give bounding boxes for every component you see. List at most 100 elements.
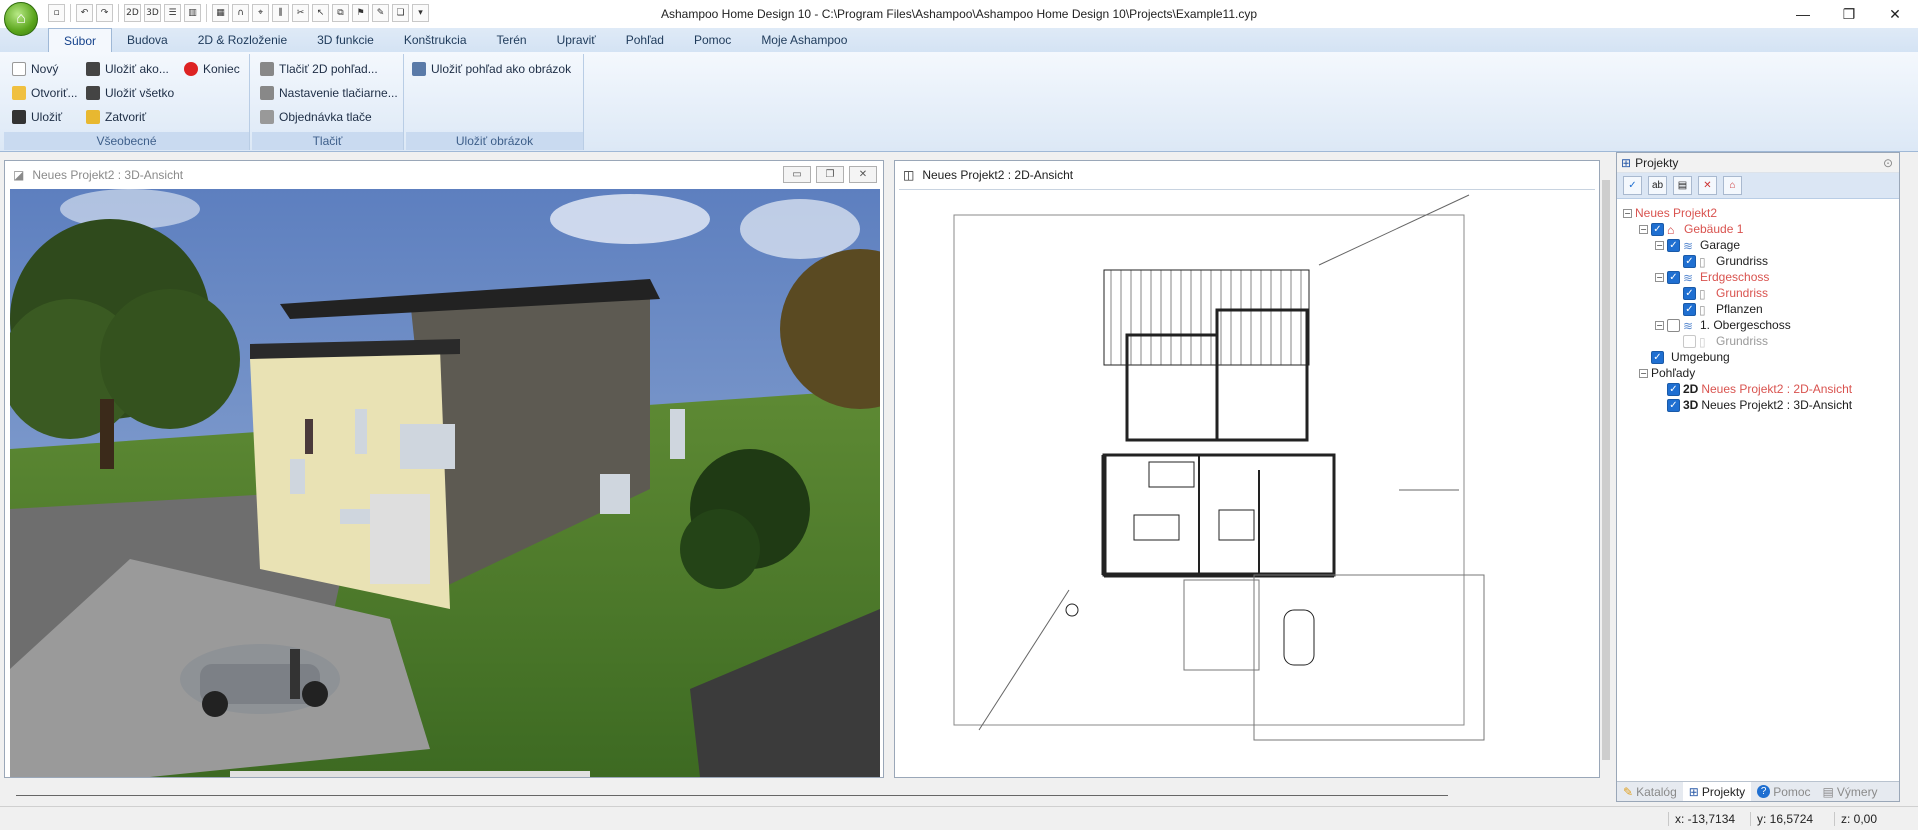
app-menu-button[interactable]: ⌂	[4, 2, 38, 36]
save-all-button[interactable]: Uložiť všetko	[86, 86, 174, 100]
tree-node-view-2d[interactable]: ✓ 2D Neues Projekt2 : 2D-Ansicht	[1667, 381, 1852, 397]
tab-moje-ashampoo[interactable]: Moje Ashampoo	[746, 28, 862, 52]
checkbox[interactable]: ✓	[1667, 238, 1680, 252]
new-button[interactable]: Nový	[12, 62, 58, 76]
close-project-button[interactable]: Zatvoriť	[86, 110, 146, 124]
power-icon	[184, 62, 198, 76]
tab-teren[interactable]: Terén	[482, 28, 542, 52]
tree-node-ground-floor[interactable]: − ✓ ≋ Erdgeschoss	[1655, 269, 1769, 285]
checkbox[interactable]	[1667, 318, 1680, 332]
checkbox[interactable]: ✓	[1651, 350, 1664, 364]
open-label: Otvoriť...	[31, 86, 78, 100]
properties-icon[interactable]: ▤	[1673, 176, 1692, 195]
exit-button[interactable]: Koniec	[184, 62, 240, 76]
view-3d-badge: 3D	[1683, 398, 1699, 412]
open-button[interactable]: Otvoriť...	[12, 86, 78, 100]
collapse-icon[interactable]: −	[1639, 224, 1648, 234]
tab-3d-funkcie[interactable]: 3D funkcie	[302, 28, 389, 52]
check-icon[interactable]: ✓	[1623, 176, 1642, 195]
view-3d-panel: ◪ Neues Projekt2 : 3D-Ansicht ▭ ❐ ✕	[4, 160, 884, 778]
floor-icon: ≋	[1683, 239, 1694, 253]
tab-projects[interactable]: ⊞ Projekty	[1682, 782, 1752, 801]
save-view-image-label: Uložiť pohľad ako obrázok	[431, 62, 572, 76]
tree-node-building[interactable]: − ✓ ⌂ Gebäude 1	[1639, 221, 1743, 237]
tab-measurements[interactable]: ▤ Výmery	[1817, 782, 1884, 801]
tree-label: 1. Obergeschoss	[1700, 318, 1791, 332]
checkbox[interactable]: ✓	[1683, 254, 1696, 268]
tab-pohlad[interactable]: Pohľad	[611, 28, 679, 52]
checkbox[interactable]: ✓	[1667, 270, 1680, 284]
view-minimize-button[interactable]: ▭	[783, 166, 811, 183]
tree-label: Neues Projekt2	[1635, 206, 1718, 220]
tree-node-upper-floor[interactable]: − ≋ 1. Obergeschoss	[1655, 317, 1791, 333]
collapse-icon[interactable]: −	[1655, 320, 1664, 330]
delete-icon[interactable]: ✕	[1698, 176, 1717, 195]
close-button[interactable]: ✕	[1872, 0, 1918, 28]
printer-setup-button[interactable]: Nastavenie tlačiarne...	[260, 86, 398, 100]
tree-node-garage[interactable]: − ✓ ≋ Garage	[1655, 237, 1740, 253]
tab-2d-rozlozenie[interactable]: 2D & Rozloženie	[183, 28, 302, 52]
tab-subor[interactable]: Súbor	[48, 28, 113, 52]
tree-node-environment[interactable]: ✓ Umgebung	[1651, 349, 1730, 365]
tree-label: Pohľady	[1651, 366, 1696, 380]
tree-node-ground-floorplan[interactable]: ✓ ▯ Grundriss	[1683, 285, 1768, 301]
pin-icon[interactable]: ⊙	[1883, 156, 1893, 170]
tab-konstrukcia[interactable]: Konštrukcia	[389, 28, 482, 52]
printer-setup-label: Nastavenie tlačiarne...	[279, 86, 398, 100]
maximize-button[interactable]: ❐	[1826, 0, 1872, 28]
main-horizontal-scrollbar[interactable]	[4, 790, 1448, 802]
view-2d-vertical-scrollbar[interactable]	[1600, 160, 1612, 778]
tree-node-view-3d[interactable]: ✓ 3D Neues Projekt2 : 3D-Ansicht	[1667, 397, 1852, 413]
group-vseobecne: Nový Otvoriť... Uložiť Uložiť ako... Ulo…	[4, 54, 250, 150]
checkbox[interactable]: ✓	[1651, 222, 1664, 236]
save-all-icon	[86, 86, 100, 100]
view-3d-header: ◪ Neues Projekt2 : 3D-Ansicht ▭ ❐ ✕	[5, 161, 883, 188]
tab-upravit[interactable]: Upraviť	[542, 28, 611, 52]
rename-icon[interactable]: ab	[1648, 176, 1667, 195]
2d-floor-plan-viewport[interactable]	[899, 189, 1595, 775]
checkbox[interactable]: ✓	[1683, 286, 1696, 300]
collapse-icon[interactable]: −	[1639, 368, 1648, 378]
3d-render-viewport[interactable]	[10, 189, 880, 777]
building-icon[interactable]: ⌂	[1723, 176, 1742, 195]
collapse-icon[interactable]: −	[1655, 272, 1664, 282]
page-icon: ▯	[1699, 335, 1706, 349]
tree-node-project[interactable]: − Neues Projekt2	[1623, 205, 1717, 221]
checkbox[interactable]: ✓	[1667, 398, 1680, 412]
tree-label: Grundriss	[1716, 254, 1769, 268]
tree-node-upper-floorplan[interactable]: ▯ Grundriss	[1683, 333, 1768, 349]
tree-node-views[interactable]: − Pohľady	[1639, 365, 1695, 381]
tab-label: Pomoc	[1773, 784, 1811, 799]
tab-help[interactable]: ? Pomoc	[1751, 782, 1816, 801]
collapse-icon[interactable]: −	[1623, 208, 1632, 218]
help-icon: ?	[1757, 785, 1771, 798]
project-panel: ⊞ Projekty ⊙ ✓ ab ▤ ✕ ⌂ − Neues Projekt2 …	[1616, 152, 1900, 802]
group-label-ulozit-obrazok: Uložiť obrázok	[406, 132, 583, 150]
project-tree-icon: ⊞	[1621, 155, 1632, 170]
tab-pomoc[interactable]: Pomoc	[679, 28, 746, 52]
print-2d-button[interactable]: Tlačiť 2D pohľad...	[260, 62, 378, 76]
tab-catalog[interactable]: ✎ Katalóg	[1617, 782, 1683, 801]
view-2d-panel: ◫ Neues Projekt2 : 2D-Ansicht	[894, 160, 1600, 778]
tab-budova[interactable]: Budova	[112, 28, 183, 52]
group-label-vseobecne: Všeobecné	[4, 132, 249, 150]
collapse-icon[interactable]: −	[1655, 240, 1664, 250]
print-order-button[interactable]: Objednávka tlače	[260, 110, 372, 124]
new-document-icon	[12, 62, 26, 76]
save-button[interactable]: Uložiť	[12, 110, 62, 124]
scrollbar-thumb[interactable]	[1602, 180, 1610, 760]
minimize-button[interactable]: —	[1780, 0, 1826, 28]
tree-node-plants[interactable]: ✓ ▯ Pflanzen	[1683, 301, 1763, 317]
save-as-button[interactable]: Uložiť ako...	[86, 62, 169, 76]
save-view-image-button[interactable]: Uložiť pohľad ako obrázok	[412, 62, 571, 76]
printer-icon	[260, 62, 274, 76]
checkbox[interactable]: ✓	[1683, 302, 1696, 316]
checkbox[interactable]: ✓	[1667, 382, 1680, 396]
view-close-button[interactable]: ✕	[849, 166, 877, 183]
view-restore-button[interactable]: ❐	[816, 166, 844, 183]
tab-label: Katalóg	[1636, 784, 1677, 799]
tab-label: Projekty	[1701, 784, 1746, 799]
checkbox[interactable]	[1683, 334, 1696, 348]
tree-node-garage-floorplan[interactable]: ✓ ▯ Grundriss	[1683, 253, 1768, 269]
scrollbar-track[interactable]	[16, 795, 1448, 796]
